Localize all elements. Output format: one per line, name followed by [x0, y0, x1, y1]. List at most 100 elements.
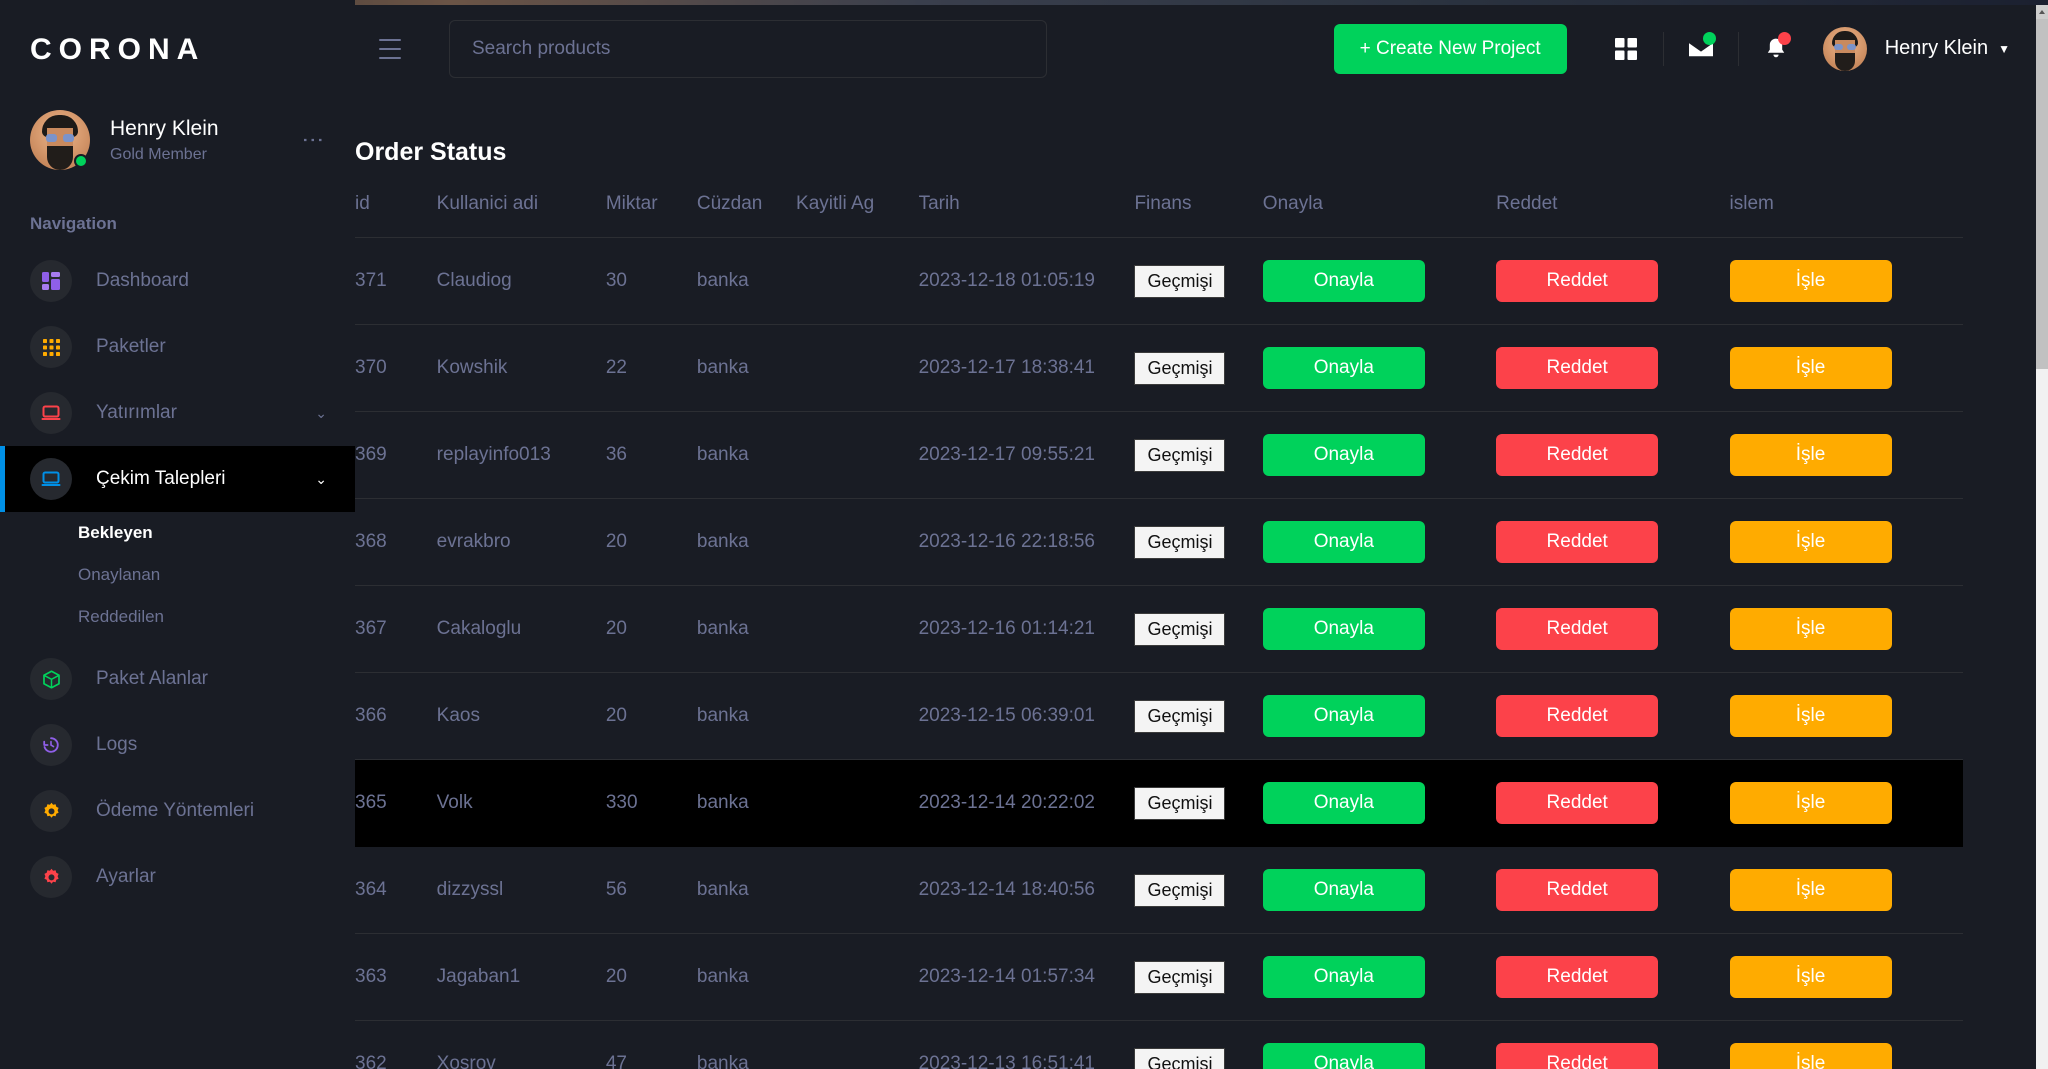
column-header-islem[interactable]: islem [1730, 167, 1963, 238]
table-row[interactable]: 362Xosrov47banka2023-12-13 16:51:41Geçmi… [355, 1021, 1963, 1069]
table-row[interactable]: 369replayinfo01336banka2023-12-17 09:55:… [355, 412, 1963, 499]
islem-button[interactable]: İşle [1730, 347, 1892, 389]
sidebar-item-logs[interactable]: Logs [0, 712, 355, 778]
cell-tarih: 2023-12-17 18:38:41 [919, 325, 1135, 412]
column-header-kayitli-ag[interactable]: Kayitli Ag [796, 167, 919, 238]
cell-finans: Geçmişi [1134, 847, 1262, 934]
gecmisi-button[interactable]: Geçmişi [1134, 787, 1225, 820]
islem-button[interactable]: İşle [1730, 521, 1892, 563]
search-box[interactable] [449, 20, 1047, 78]
sidebar-subitem-bekleyen[interactable]: Bekleyen [0, 512, 355, 554]
table-row[interactable]: 364dizzyssl56banka2023-12-14 18:40:56Geç… [355, 847, 1963, 934]
onayla-button[interactable]: Onayla [1263, 434, 1425, 476]
sidebar-item-ayarlar[interactable]: Ayarlar [0, 844, 355, 910]
islem-button[interactable]: İşle [1730, 1043, 1892, 1069]
sidebar-subitem-onaylanan[interactable]: Onaylanan [0, 554, 355, 596]
table-row[interactable]: 363Jagaban120banka2023-12-14 01:57:34Geç… [355, 934, 1963, 1021]
hamburger-icon[interactable] [379, 39, 405, 59]
cell-kayitli-ag [796, 847, 919, 934]
reddet-button[interactable]: Reddet [1496, 608, 1658, 650]
chevron-down-icon[interactable]: ▼ [1998, 42, 2010, 56]
onayla-button[interactable]: Onayla [1263, 347, 1425, 389]
sidebar-item-yatirimlar[interactable]: Yatırımlar ⌄ [0, 380, 355, 446]
table-row[interactable]: 368evrakbro20banka2023-12-16 22:18:56Geç… [355, 499, 1963, 586]
mail-icon[interactable] [1664, 24, 1738, 74]
scroll-up-arrow-icon[interactable] [2036, 5, 2048, 19]
onayla-button[interactable]: Onayla [1263, 695, 1425, 737]
reddet-button[interactable]: Reddet [1496, 434, 1658, 476]
reddet-button[interactable]: Reddet [1496, 260, 1658, 302]
column-header-cuzdan[interactable]: Cüzdan [697, 167, 796, 238]
cell-miktar: 20 [606, 586, 697, 673]
table-scroll-area[interactable]: id Kullanici adi Miktar Cüzdan Kayitli A… [355, 167, 1963, 1069]
cell-tarih: 2023-12-17 09:55:21 [919, 412, 1135, 499]
reddet-button[interactable]: Reddet [1496, 695, 1658, 737]
column-header-tarih[interactable]: Tarih [919, 167, 1135, 238]
chevron-down-icon[interactable]: ⌄ [315, 405, 327, 422]
reddet-button[interactable]: Reddet [1496, 869, 1658, 911]
onayla-button[interactable]: Onayla [1263, 782, 1425, 824]
islem-button[interactable]: İşle [1730, 956, 1892, 998]
cell-islem: İşle [1730, 934, 1963, 1021]
islem-button[interactable]: İşle [1730, 782, 1892, 824]
sidebar-item-dashboard[interactable]: Dashboard [0, 248, 355, 314]
bell-icon[interactable] [1739, 24, 1813, 74]
reddet-button[interactable]: Reddet [1496, 347, 1658, 389]
vertical-scrollbar[interactable] [2036, 5, 2048, 1069]
sidebar-item-paketler[interactable]: Paketler [0, 314, 355, 380]
reddet-button[interactable]: Reddet [1496, 521, 1658, 563]
cell-miktar: 20 [606, 934, 697, 1021]
sidebar-item-cekim-talepleri[interactable]: Çekim Talepleri ⌄ [0, 446, 355, 512]
gecmisi-button[interactable]: Geçmişi [1134, 352, 1225, 385]
reddet-button[interactable]: Reddet [1496, 782, 1658, 824]
apps-grid-icon[interactable] [1589, 24, 1663, 74]
column-header-miktar[interactable]: Miktar [606, 167, 697, 238]
sidebar-item-odeme-yontemleri[interactable]: Ödeme Yöntemleri [0, 778, 355, 844]
onayla-button[interactable]: Onayla [1263, 869, 1425, 911]
create-new-project-button[interactable]: + Create New Project [1334, 24, 1567, 74]
gecmisi-button[interactable]: Geçmişi [1134, 613, 1225, 646]
table-row[interactable]: 371Claudiog30banka2023-12-18 01:05:19Geç… [355, 238, 1963, 325]
onayla-button[interactable]: Onayla [1263, 521, 1425, 563]
sidebar-subitem-reddedilen[interactable]: Reddedilen [0, 596, 355, 638]
onayla-button[interactable]: Onayla [1263, 608, 1425, 650]
islem-button[interactable]: İşle [1730, 869, 1892, 911]
reddet-button[interactable]: Reddet [1496, 1043, 1658, 1069]
gecmisi-button[interactable]: Geçmişi [1134, 874, 1225, 907]
gecmisi-button[interactable]: Geçmişi [1134, 961, 1225, 994]
column-header-kullanici-adi[interactable]: Kullanici adi [437, 167, 606, 238]
column-header-finans[interactable]: Finans [1134, 167, 1262, 238]
table-row[interactable]: 367Cakaloglu20banka2023-12-16 01:14:21Ge… [355, 586, 1963, 673]
cell-onayla: Onayla [1263, 1021, 1496, 1069]
onayla-button[interactable]: Onayla [1263, 956, 1425, 998]
islem-button[interactable]: İşle [1730, 434, 1892, 476]
islem-button[interactable]: İşle [1730, 260, 1892, 302]
column-header-id[interactable]: id [355, 167, 437, 238]
islem-button[interactable]: İşle [1730, 608, 1892, 650]
gecmisi-button[interactable]: Geçmişi [1134, 265, 1225, 298]
onayla-button[interactable]: Onayla [1263, 260, 1425, 302]
column-header-onayla[interactable]: Onayla [1263, 167, 1496, 238]
notification-badge [1778, 32, 1791, 45]
cell-onayla: Onayla [1263, 847, 1496, 934]
gecmisi-button[interactable]: Geçmişi [1134, 526, 1225, 559]
cell-islem: İşle [1730, 673, 1963, 760]
onayla-button[interactable]: Onayla [1263, 1043, 1425, 1069]
vertical-dots-icon[interactable]: ⋮ [308, 129, 325, 151]
header-icons [1567, 24, 1813, 74]
user-menu[interactable]: Henry Klein ▼ [1823, 27, 2010, 71]
table-row[interactable]: 365Volk330banka2023-12-14 20:22:02Geçmiş… [355, 760, 1963, 847]
gecmisi-button[interactable]: Geçmişi [1134, 439, 1225, 472]
table-row[interactable]: 370Kowshik22banka2023-12-17 18:38:41Geçm… [355, 325, 1963, 412]
column-header-reddet[interactable]: Reddet [1496, 167, 1729, 238]
gecmisi-button[interactable]: Geçmişi [1134, 700, 1225, 733]
search-input[interactable] [472, 38, 1024, 60]
sidebar-item-paket-alanlar[interactable]: Paket Alanlar [0, 646, 355, 712]
table-row[interactable]: 366Kaos20banka2023-12-15 06:39:01Geçmişi… [355, 673, 1963, 760]
chevron-down-icon[interactable]: ⌄ [315, 471, 327, 488]
sidebar-profile[interactable]: Henry Klein Gold Member ⋮ [0, 100, 355, 196]
vertical-scrollbar-thumb[interactable] [2036, 19, 2048, 369]
islem-button[interactable]: İşle [1730, 695, 1892, 737]
reddet-button[interactable]: Reddet [1496, 956, 1658, 998]
gecmisi-button[interactable]: Geçmişi [1134, 1048, 1225, 1069]
